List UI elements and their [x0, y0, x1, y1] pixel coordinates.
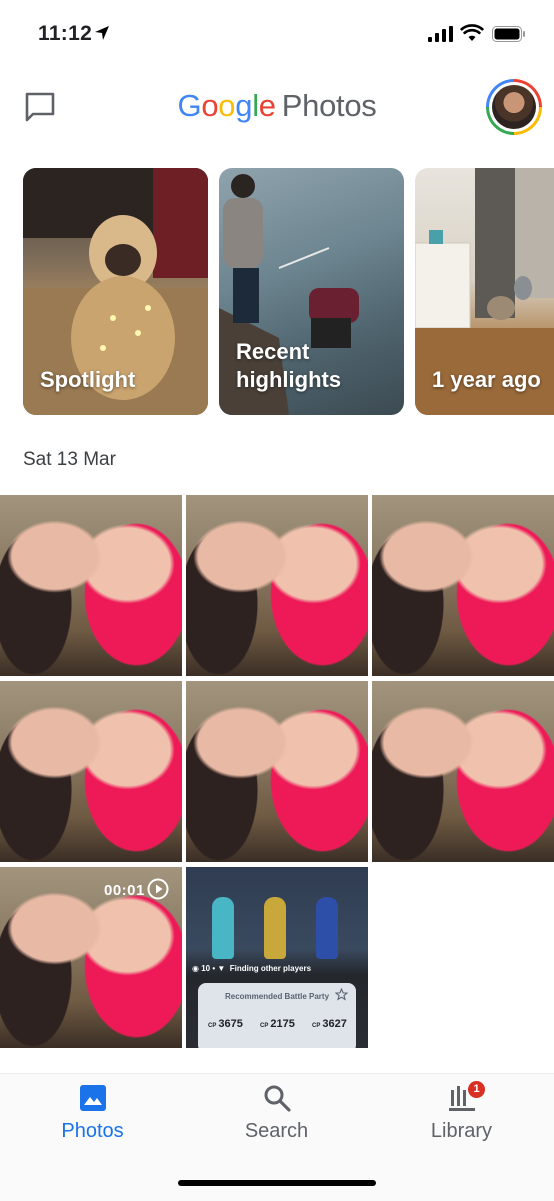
- wifi-icon: [460, 24, 484, 41]
- nav-label: Photos: [61, 1120, 124, 1142]
- memory-card-1-year-ago[interactable]: 1 year ago: [415, 168, 554, 415]
- nav-item-library[interactable]: Library: [369, 1074, 554, 1164]
- game-character: [264, 897, 286, 959]
- nav-item-search[interactable]: Search: [184, 1074, 369, 1164]
- date-heading: Sat 13 Mar: [23, 449, 116, 470]
- video-thumbnail[interactable]: 00:01: [0, 867, 182, 1048]
- cellular-signal-icon: [428, 26, 453, 42]
- memory-card-spotlight[interactable]: Spotlight: [23, 168, 208, 415]
- nav-label: Library: [430, 1120, 493, 1142]
- battery-icon: [492, 26, 525, 42]
- search-icon: [264, 1085, 291, 1112]
- status-bar: 11:12: [0, 0, 554, 70]
- nav-label: Search: [244, 1120, 309, 1142]
- avatar-photo: [492, 85, 536, 129]
- home-indicator[interactable]: [178, 1180, 376, 1186]
- memory-label: Recent highlights: [236, 338, 342, 393]
- app-header: Google Photos: [0, 70, 554, 150]
- cp-value: CP 3675: [208, 1018, 243, 1030]
- cp-value: CP 2175: [260, 1018, 295, 1030]
- nav-item-photos[interactable]: Photos: [0, 1074, 185, 1164]
- memories-carousel[interactable]: Spotlight Recent highlights 1 year ago: [0, 168, 554, 416]
- video-duration: 00:01: [104, 882, 145, 899]
- memory-label: Spotlight: [40, 367, 136, 393]
- screenshot-thumbnail[interactable]: ◉ 10 • ▼ Finding other players Recommend…: [186, 867, 368, 1048]
- photo-thumbnail[interactable]: [186, 495, 368, 676]
- location-arrow-icon: [95, 26, 109, 40]
- photo-thumbnail[interactable]: [372, 495, 554, 676]
- cp-value: CP 3627: [312, 1018, 347, 1030]
- game-status-text: ◉ 10 • ▼ Finding other players: [192, 964, 312, 973]
- logo-product-name: Photos: [281, 88, 377, 123]
- game-character: [212, 897, 234, 959]
- photo-thumbnail[interactable]: [372, 681, 554, 862]
- photo-thumbnail[interactable]: [186, 681, 368, 862]
- memory-card-recent-highlights[interactable]: Recent highlights: [219, 168, 404, 415]
- app-logo: Google Photos: [177, 88, 377, 123]
- star-icon: [335, 988, 348, 1001]
- game-character: [316, 897, 338, 959]
- library-notification-badge: 1: [468, 1081, 485, 1098]
- account-avatar[interactable]: [486, 79, 542, 135]
- play-icon: [147, 878, 169, 900]
- photo-thumbnail[interactable]: [0, 495, 182, 676]
- status-time: 11:12: [38, 22, 93, 45]
- memory-label: 1 year ago: [432, 367, 541, 393]
- photo-thumbnail[interactable]: [0, 681, 182, 862]
- photo-icon: [79, 1085, 106, 1111]
